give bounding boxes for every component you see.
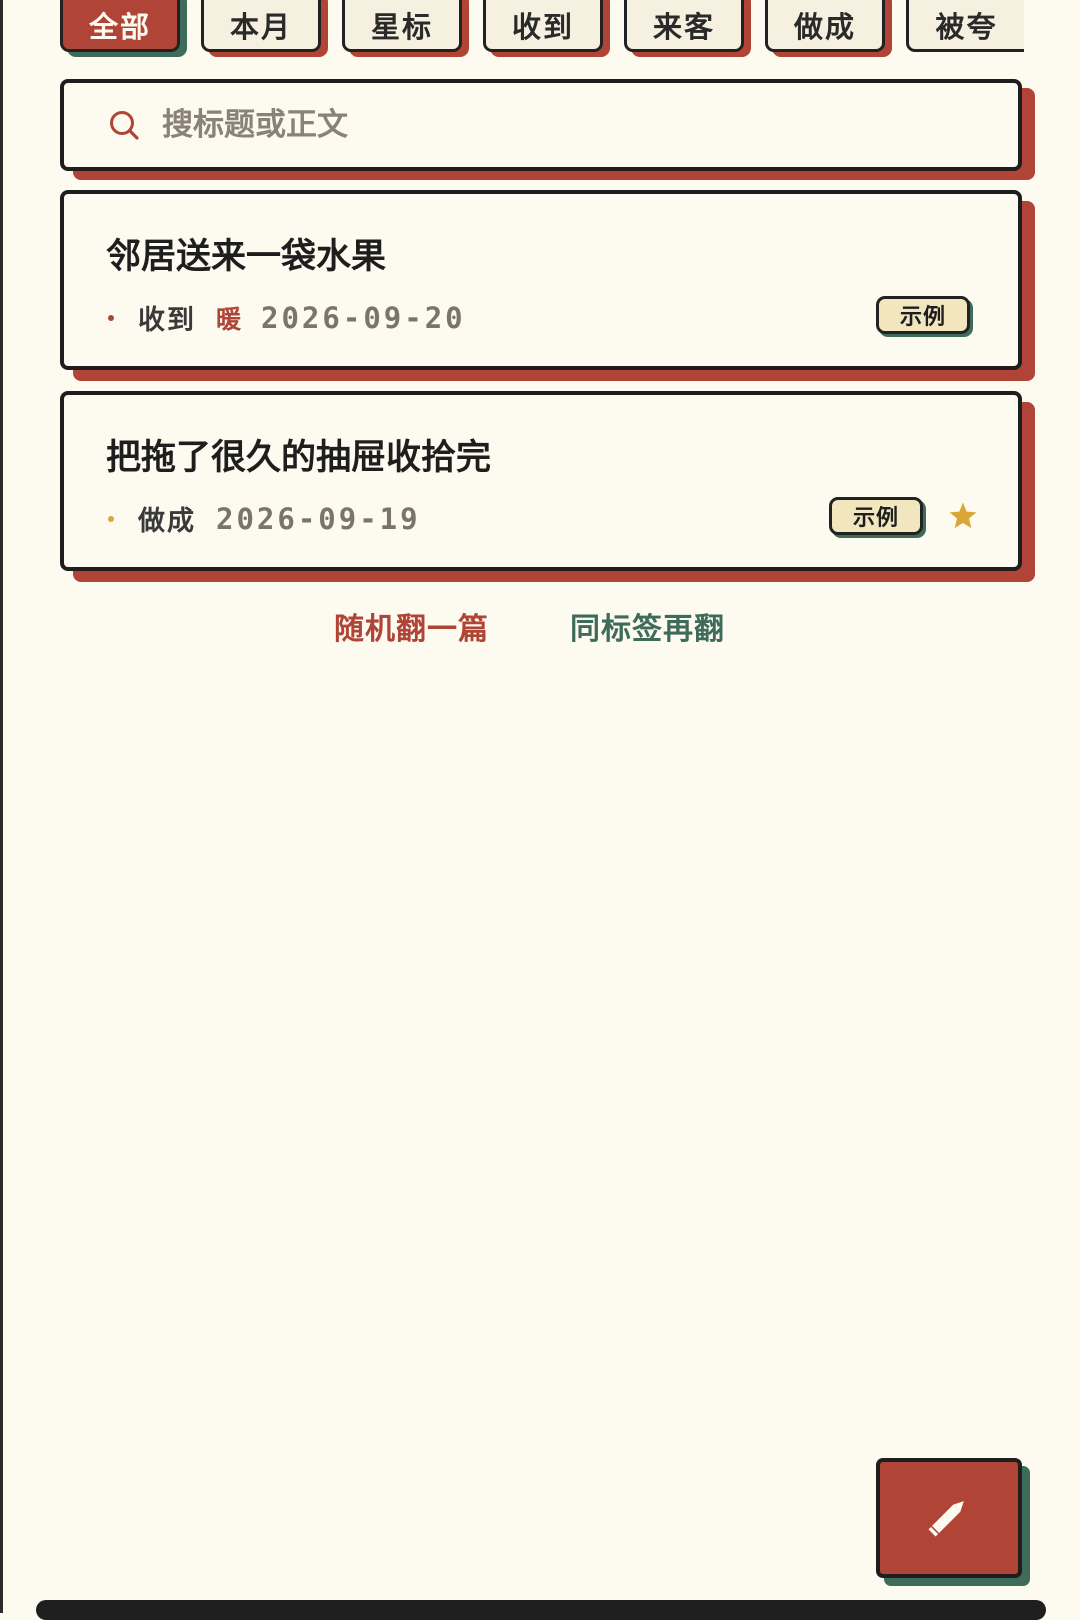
entry-date: 2026-09-20 <box>261 300 466 335</box>
search-box[interactable] <box>60 79 1022 171</box>
filter-chip-all[interactable]: 全部 <box>60 0 180 52</box>
tag-dot <box>108 515 114 522</box>
search-input[interactable] <box>162 95 982 155</box>
entry-mood: 暖 <box>216 304 242 334</box>
random-entry-link[interactable]: 随机翻一篇 <box>334 604 489 648</box>
sample-badge: 示例 <box>829 497 923 535</box>
pencil-icon <box>924 1491 974 1545</box>
left-edge-rule <box>0 0 3 1613</box>
filter-chip-this-month[interactable]: 本月 <box>201 0 321 52</box>
entry-title: 邻居送来一袋水果 <box>106 237 387 277</box>
entry-tag: 做成 <box>138 506 196 537</box>
same-tag-link[interactable]: 同标签再翻 <box>570 604 725 648</box>
entry-date: 2026-09-19 <box>216 501 421 536</box>
filter-chip-done[interactable]: 做成 <box>765 0 885 52</box>
tag-dot <box>108 314 114 321</box>
entry-tag: 收到 <box>138 305 196 336</box>
filter-chip-starred[interactable]: 星标 <box>342 0 462 52</box>
entry-card[interactable]: 邻居送来一袋水果 收到 暖 2026-09-20 示例 <box>60 190 1022 370</box>
entry-meta: 收到 暖 2026-09-20 <box>108 298 466 337</box>
entry-title: 把拖了很久的抽屉收拾完 <box>106 438 492 478</box>
sample-badge: 示例 <box>876 296 970 334</box>
new-entry-button[interactable] <box>876 1458 1022 1578</box>
filter-chip-received[interactable]: 收到 <box>483 0 603 52</box>
filter-chip-guests[interactable]: 来客 <box>624 0 744 52</box>
entry-meta: 做成 2026-09-19 <box>108 499 421 538</box>
bottom-bar <box>36 1600 1046 1620</box>
filter-chip-praised[interactable]: 被夸 <box>906 0 1024 52</box>
entry-card[interactable]: 把拖了很久的抽屉收拾完 做成 2026-09-19 示例 <box>60 391 1022 571</box>
